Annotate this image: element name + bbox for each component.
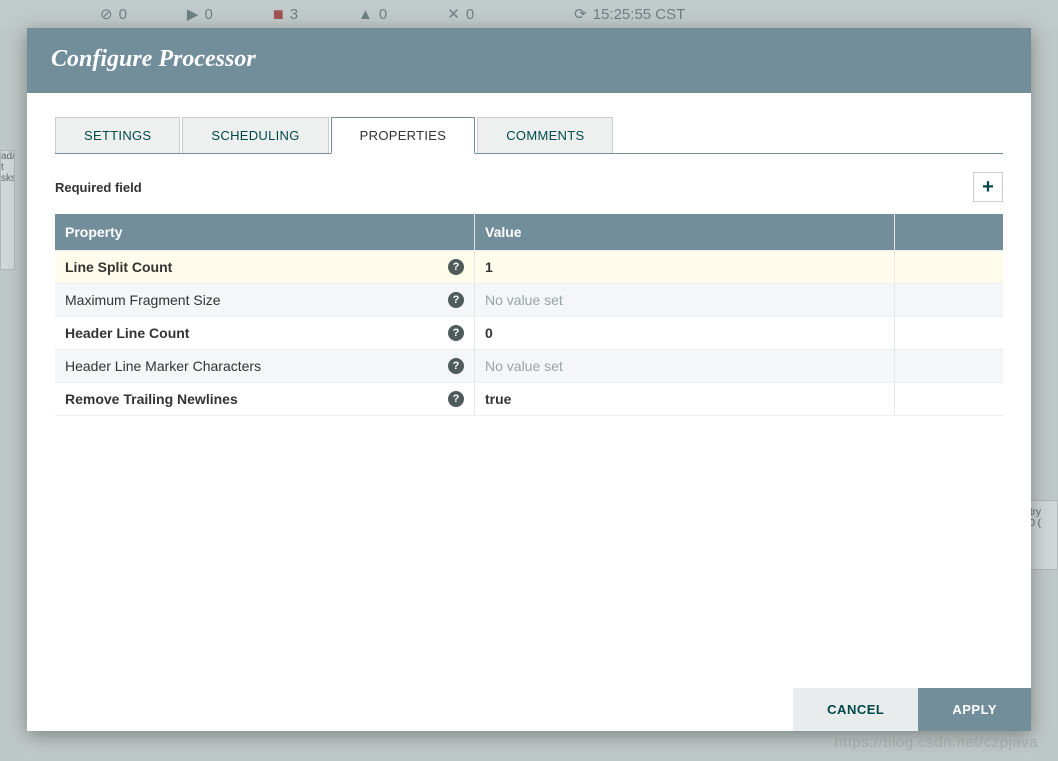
property-name-cell: Remove Trailing Newlines? [55,383,475,415]
property-name-cell: Line Split Count? [55,251,475,283]
help-icon[interactable]: ? [448,292,464,308]
property-name: Header Line Count [65,325,189,341]
tab-comments[interactable]: COMMENTS [477,117,613,153]
tab-scheduling[interactable]: SCHEDULING [182,117,328,153]
property-name: Line Split Count [65,259,172,275]
required-field-label: Required field [55,180,142,195]
property-name-cell: Header Line Count? [55,317,475,349]
dialog-footer: CANCEL APPLY [27,688,1031,731]
property-name: Header Line Marker Characters [65,358,261,374]
help-icon[interactable]: ? [448,358,464,374]
property-value-cell[interactable]: No value set [475,350,895,382]
property-name: Remove Trailing Newlines [65,391,238,407]
table-row[interactable]: Maximum Fragment Size? No value set [55,284,1003,317]
property-name-cell: Maximum Fragment Size? [55,284,475,316]
plus-icon: + [982,176,994,199]
property-value: true [485,391,511,407]
property-extra-cell [895,383,1003,415]
tabs: SETTINGS SCHEDULING PROPERTIES COMMENTS [55,117,1003,154]
property-extra-cell [895,350,1003,382]
property-extra-cell [895,284,1003,316]
table-row[interactable]: Line Split Count? 1 [55,251,1003,284]
property-value-cell[interactable]: 0 [475,317,895,349]
property-extra-cell [895,317,1003,349]
property-value-cell[interactable]: 1 [475,251,895,283]
property-value: No value set [485,358,563,374]
configure-processor-dialog: Configure Processor SETTINGS SCHEDULING … [27,28,1031,731]
property-name: Maximum Fragment Size [65,292,221,308]
add-property-button[interactable]: + [973,172,1003,202]
property-value: No value set [485,292,563,308]
help-icon[interactable]: ? [448,391,464,407]
table-row[interactable]: Header Line Count? 0 [55,317,1003,350]
header-value: Value [475,214,895,250]
table-row[interactable]: Remove Trailing Newlines? true [55,383,1003,416]
cancel-button[interactable]: CANCEL [793,688,918,731]
header-property: Property [55,214,475,250]
help-icon[interactable]: ? [448,325,464,341]
table-row[interactable]: Header Line Marker Characters? No value s… [55,350,1003,383]
watermark: https://blog.csdn.net/czpjava [834,734,1038,751]
property-value-cell[interactable]: true [475,383,895,415]
property-value-cell[interactable]: No value set [475,284,895,316]
property-value: 1 [485,259,493,275]
help-icon[interactable]: ? [448,259,464,275]
property-name-cell: Header Line Marker Characters? [55,350,475,382]
property-value: 0 [485,325,493,341]
tab-properties[interactable]: PROPERTIES [331,117,476,154]
dialog-title: Configure Processor [27,28,1031,93]
property-extra-cell [895,251,1003,283]
table-header: Property Value [55,214,1003,251]
apply-button[interactable]: APPLY [918,688,1031,731]
tab-settings[interactable]: SETTINGS [55,117,180,153]
properties-table: Property Value Line Split Count? 1 Maximum… [55,214,1003,416]
